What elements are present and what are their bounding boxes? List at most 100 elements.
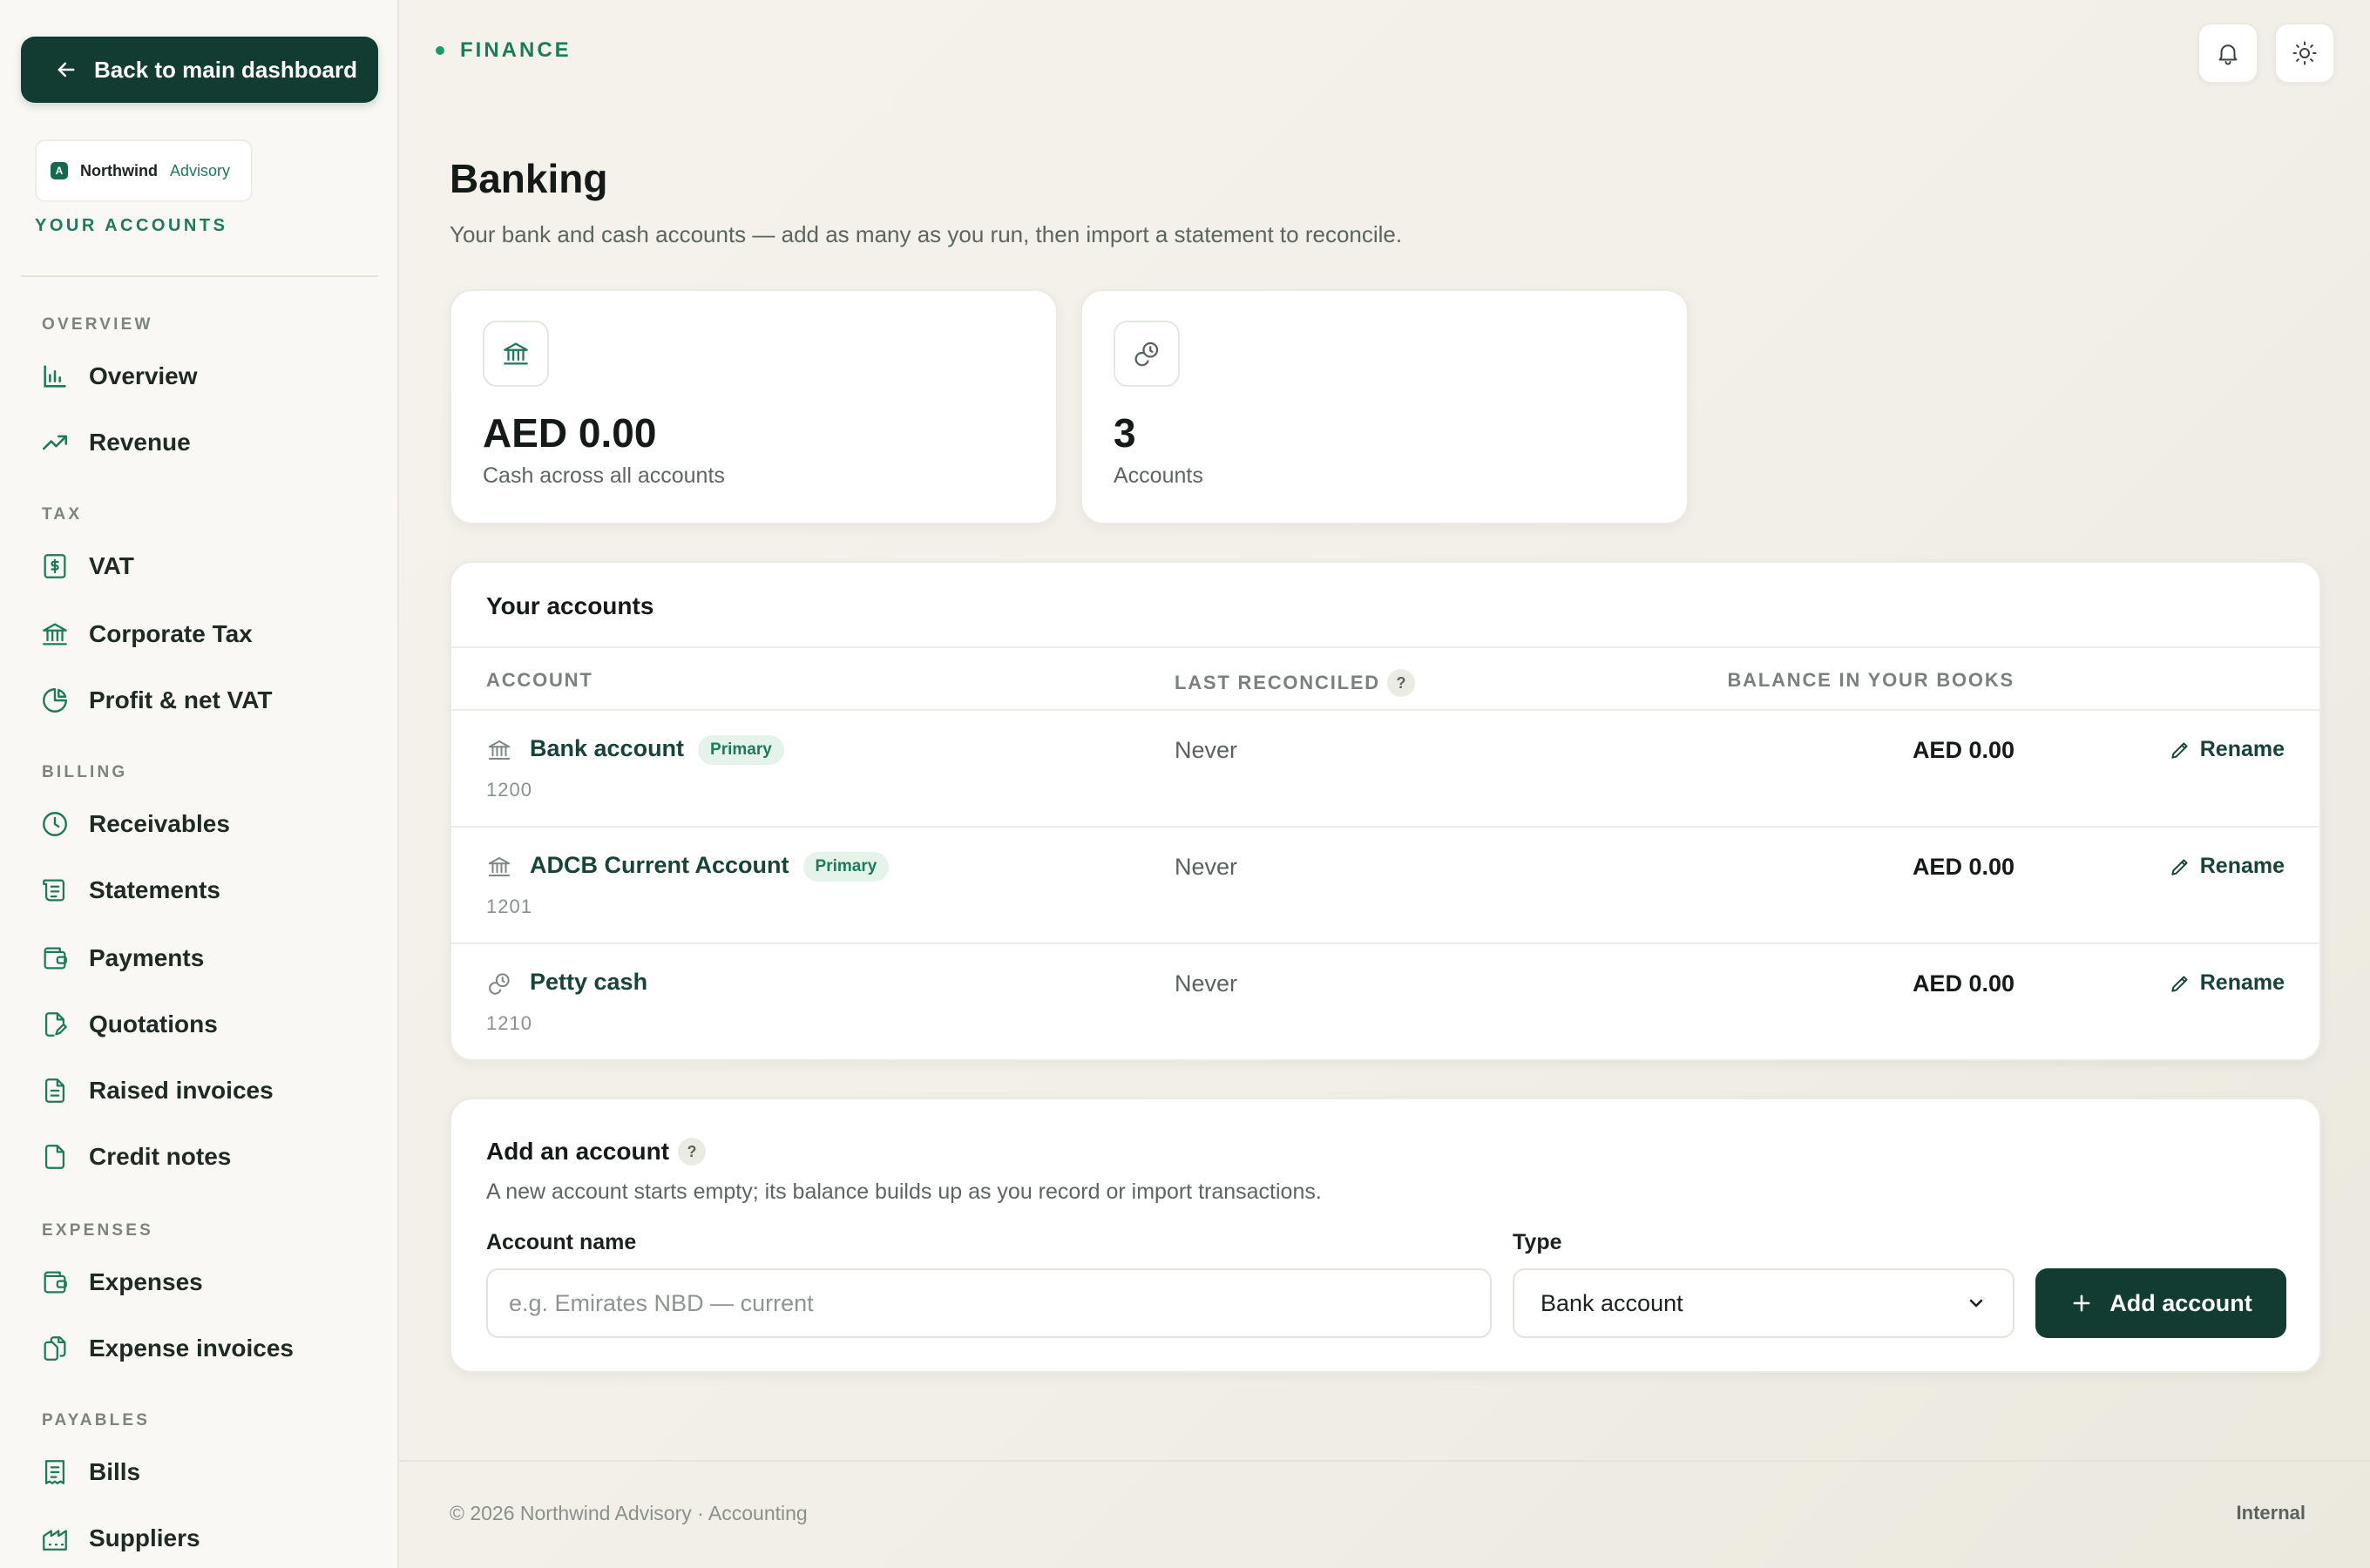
notifications-button[interactable] [2197,23,2258,84]
sidebar-item-revenue[interactable]: Revenue [40,420,380,465]
account-name-input[interactable] [486,1268,1492,1338]
add-account-title-label: Add an account [486,1138,670,1165]
sidebar-item-label: Corporate Tax [89,620,253,647]
table-row[interactable]: Bank account Primary 1200 Never AED 0.00 … [451,711,2319,828]
accounts-table-title: Your accounts [486,592,654,619]
sidebar-item-quotations[interactable]: Quotations [40,1002,380,1047]
arrow-left-icon [54,57,78,82]
stat-value: 3 [1114,410,1136,456]
sidebar-item-bills[interactable]: Bills [40,1450,380,1495]
sidebar-item-label: VAT [89,552,134,579]
last-reconciled: Never [1175,737,1238,763]
file-text-icon [40,1076,70,1105]
page-title: Banking [450,156,608,201]
nav-group-expenses: EXPENSES [42,1221,154,1240]
rename-label: Rename [2199,737,2285,761]
environment-badge: Internal [2220,1495,2321,1531]
brand-logo[interactable]: A Northwind Advisory [35,139,253,202]
sidebar-item-label: Statements [89,876,220,903]
brand-sub: Advisory [169,161,231,179]
sidebar-item-credit-notes[interactable]: Credit notes [40,1134,380,1179]
table-row[interactable]: Petty cash 1210 Never AED 0.00 Rename [451,944,2319,1059]
bell-icon [2215,40,2241,66]
sidebar-item-profit-net-vat[interactable]: Profit & net VAT [40,678,380,723]
sidebar-item-statements[interactable]: Statements [40,868,380,913]
back-to-dashboard-button[interactable]: Back to main dashboard [21,37,378,103]
coins-icon [486,970,512,997]
coins-icon [1132,339,1161,368]
sidebar-item-receivables[interactable]: Receivables [40,801,380,847]
files-icon [40,1334,70,1363]
table-row[interactable]: ADCB Current Account Primary 1201 Never A… [451,828,2319,944]
sidebar-item-expenses[interactable]: Expenses [40,1260,380,1305]
bank-icon [40,619,70,649]
sidebar-item-label: Overview [89,362,198,389]
sidebar-item-vat[interactable]: VAT [40,544,380,589]
stat-card-cash: AED 0.00 Cash across all accounts [450,289,1058,524]
page-subtitle: Your bank and cash accounts — add as man… [450,221,1403,247]
sidebar-item-label: Profit & net VAT [89,686,273,713]
stat-label: Cash across all accounts [483,463,725,488]
account-type-select[interactable]: Bank account [1513,1268,2014,1338]
nav-group-tax: TAX [42,505,83,524]
pie-chart-icon [40,686,70,715]
stat-card-accounts: 3 Accounts [1080,289,1689,524]
account-name-label: Account name [486,1230,637,1254]
nav-group-overview: OVERVIEW [42,315,153,334]
sidebar: Back to main dashboard A Northwind Advis… [0,0,399,1568]
account-type-label: Type [1513,1230,1562,1254]
sidebar-item-payments[interactable]: Payments [40,936,380,981]
help-icon[interactable]: ? [1387,669,1415,697]
rename-button[interactable]: Rename [2169,854,2285,879]
brand-mark: A [51,162,68,179]
back-to-dashboard-label: Back to main dashboard [94,56,357,83]
sidebar-divider [21,275,378,277]
add-account-form: Add an account ? A new account starts em… [450,1098,2321,1373]
breadcrumb: FINANCE [436,38,572,63]
pencil-icon [2169,855,2191,878]
sidebar-item-raised-invoices[interactable]: Raised invoices [40,1068,380,1113]
sidebar-item-label: Raised invoices [89,1077,274,1104]
account-name: Bank account Primary [530,735,784,765]
last-reconciled: Never [1175,854,1238,880]
file-icon [40,1142,70,1172]
sidebar-item-expense-invoices[interactable]: Expense invoices [40,1326,380,1371]
column-header-last-reconciled: LAST RECONCILED ? [1175,669,1415,697]
stat-value: AED 0.00 [483,410,657,456]
breadcrumb-label: FINANCE [460,38,572,62]
account-name: ADCB Current Account Primary [530,852,890,882]
column-header-label: LAST RECONCILED [1175,672,1380,693]
nav-group-billing: BILLING [42,763,128,781]
add-account-button[interactable]: Add account [2035,1268,2286,1338]
sidebar-item-label: Expenses [89,1268,203,1295]
breadcrumb-dot [436,46,444,55]
account-balance: AED 0.00 [1912,970,2014,997]
account-balance: AED 0.00 [1912,737,2014,763]
trend-up-icon [40,428,70,457]
rename-button[interactable]: Rename [2169,970,2285,996]
help-icon[interactable]: ? [678,1138,707,1166]
stat-label: Accounts [1114,463,1203,488]
rename-label: Rename [2199,854,2285,878]
sidebar-item-label: Quotations [89,1010,218,1037]
sidebar-item-suppliers[interactable]: Suppliers [40,1516,380,1561]
stat-icon-box [483,321,549,387]
supplier-icon [40,1524,70,1553]
account-name: Petty cash [530,969,647,996]
sidebar-item-label: Suppliers [89,1524,200,1551]
column-header-balance: BALANCE IN YOUR BOOKS [1727,669,2014,691]
last-reconciled: Never [1175,970,1238,997]
add-account-title: Add an account ? [486,1138,707,1166]
bank-icon [486,737,512,763]
account-name-label: ADCB Current Account [530,852,789,879]
dollar-doc-icon [40,551,70,581]
account-code: 1201 [486,896,532,917]
sun-icon [2292,40,2318,66]
file-edit-icon [40,1010,70,1039]
rename-button[interactable]: Rename [2169,737,2285,762]
sidebar-item-corporate-tax[interactable]: Corporate Tax [40,612,380,657]
theme-toggle-button[interactable] [2274,23,2335,84]
sidebar-item-label: Bills [89,1458,141,1485]
add-account-subtitle: A new account starts empty; its balance … [486,1179,1322,1204]
sidebar-item-overview[interactable]: Overview [40,354,380,399]
